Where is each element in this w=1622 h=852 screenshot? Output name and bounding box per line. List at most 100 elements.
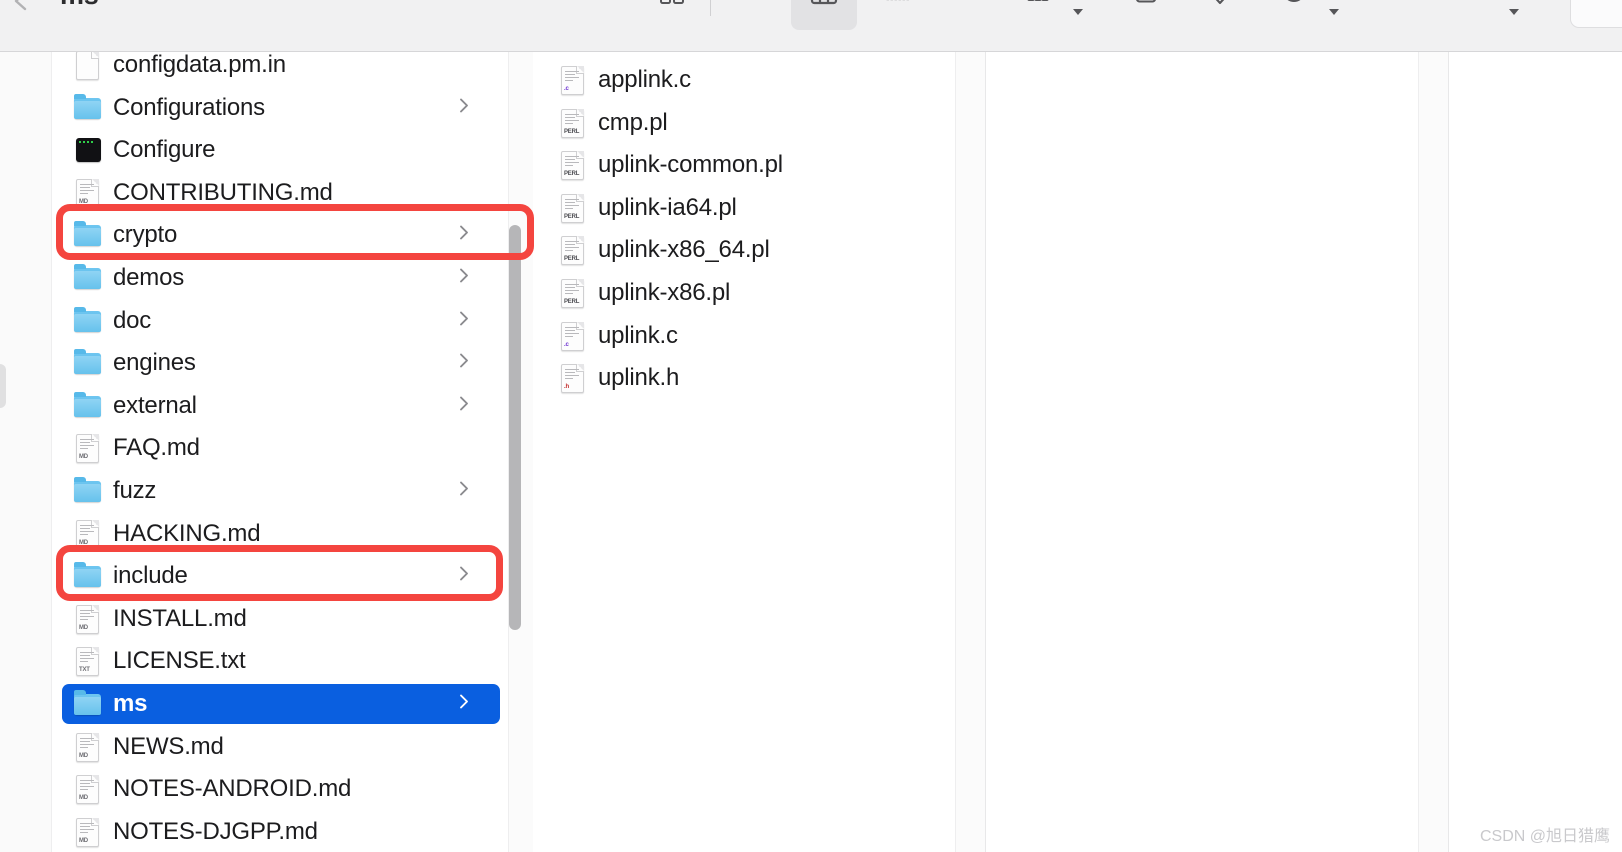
column-ms-contents: .capplink.c PERL cmp.pl PERLuplink-common.p…	[533, 52, 955, 852]
column-directory-root: configdata.pm.inConfigurationsConfigureM…	[52, 52, 508, 852]
folder-icon	[74, 311, 101, 332]
file-name: include	[113, 562, 188, 590]
disclosure-chevron-icon[interactable]	[458, 479, 470, 504]
file-name: CONTRIBUTING.md	[113, 179, 333, 207]
document-icon: .h	[561, 364, 584, 393]
file-name: NEWS.md	[113, 733, 224, 761]
column-far-right-empty	[1450, 52, 1622, 852]
file-row[interactable]: MD CONTRIBUTING.md	[62, 173, 500, 213]
file-row[interactable]: .huplink.h	[547, 358, 947, 398]
file-row[interactable]: PERLuplink-common.pl	[547, 145, 947, 185]
more-circle-icon[interactable]	[1272, 0, 1316, 22]
file-row[interactable]: include	[62, 556, 500, 596]
gallery-view-icon[interactable]	[876, 0, 920, 22]
sidebar-gutter	[0, 52, 52, 852]
file-icon: MD	[74, 816, 101, 848]
file-name: uplink.c	[598, 322, 678, 350]
file-icon: .c	[559, 320, 586, 352]
file-row[interactable]: Configurations	[62, 88, 500, 128]
column-divider-3[interactable]	[1418, 52, 1449, 852]
file-row[interactable]: PERLuplink-x86.pl	[547, 273, 947, 313]
file-name: crypto	[113, 221, 177, 249]
sidebar-resize-handle[interactable]	[0, 364, 6, 408]
file-name: NOTES-DJGPP.md	[113, 818, 318, 846]
file-row[interactable]: crypto	[62, 215, 500, 255]
file-icon	[74, 92, 101, 124]
file-row[interactable]: MDNOTES-ANDROID.md	[62, 769, 500, 809]
file-row[interactable]: external	[62, 386, 500, 426]
file-icon: .c	[559, 64, 586, 96]
file-row[interactable]: .c uplink.c	[547, 316, 947, 356]
column-scrollbar[interactable]	[509, 225, 521, 630]
file-icon	[74, 219, 101, 251]
file-icon: TXT	[74, 645, 101, 677]
document-icon: .c	[561, 66, 584, 95]
file-name: demos	[113, 264, 184, 292]
file-name: cmp.pl	[598, 109, 668, 137]
document-icon: PERL	[561, 109, 584, 138]
document-icon	[76, 52, 99, 80]
file-row[interactable]: .capplink.c	[547, 60, 947, 100]
file-row[interactable]: demos	[62, 258, 500, 298]
file-row[interactable]: MDNEWS.md	[62, 727, 500, 767]
folder-icon	[74, 353, 101, 374]
folder-icon	[74, 566, 101, 587]
document-icon: MD	[76, 179, 99, 208]
document-icon: PERL	[561, 151, 584, 180]
file-icon	[74, 262, 101, 294]
grid-view-icon[interactable]	[650, 0, 694, 22]
file-row[interactable]: TXTLICENSE.txt	[62, 641, 500, 681]
file-icon: PERL	[559, 277, 586, 309]
file-name: INSTALL.md	[113, 605, 247, 633]
column-view-icon[interactable]	[802, 0, 846, 22]
disclosure-chevron-icon[interactable]	[458, 266, 470, 291]
column-preview-empty	[986, 52, 1418, 852]
search-caret[interactable]	[1508, 4, 1520, 14]
folder-icon	[74, 694, 101, 715]
action-caret[interactable]	[1328, 4, 1340, 14]
disclosure-chevron-icon[interactable]	[458, 308, 470, 333]
list-view-icon[interactable]	[724, 0, 768, 22]
disclosure-chevron-icon[interactable]	[458, 223, 470, 248]
file-row[interactable]: engines	[62, 343, 500, 383]
group-by-caret[interactable]	[1072, 4, 1084, 14]
file-row[interactable]: Configure	[62, 130, 500, 170]
file-icon: MD	[74, 773, 101, 805]
document-icon: PERL	[561, 279, 584, 308]
file-row[interactable]: configdata.pm.in	[62, 52, 500, 85]
search-icon[interactable]	[1452, 0, 1496, 22]
file-name: FAQ.md	[113, 434, 200, 462]
file-row[interactable]: MD HACKING.md	[62, 514, 500, 554]
file-icon: .h	[559, 362, 586, 394]
file-icon: MD	[74, 518, 101, 550]
file-row[interactable]: doc	[62, 301, 500, 341]
disclosure-chevron-icon[interactable]	[458, 564, 470, 589]
file-name: uplink-ia64.pl	[598, 194, 737, 222]
file-row[interactable]: MD NOTES-DJGPP.md	[62, 812, 500, 852]
file-row[interactable]: ms	[62, 684, 500, 724]
share-icon[interactable]	[1124, 0, 1168, 22]
file-icon	[74, 134, 101, 166]
file-icon: PERL	[559, 234, 586, 266]
folder-icon	[74, 481, 101, 502]
search-field[interactable]	[1570, 0, 1622, 28]
disclosure-chevron-icon[interactable]	[458, 95, 470, 120]
file-name: doc	[113, 307, 151, 335]
file-row[interactable]: PERLuplink-x86_64.pl	[547, 230, 947, 270]
file-row[interactable]: PERL cmp.pl	[547, 103, 947, 143]
toolbar-icon-group	[0, 0, 1622, 52]
document-icon: MD	[76, 434, 99, 463]
file-icon	[74, 560, 101, 592]
file-row[interactable]: MDINSTALL.md	[62, 599, 500, 639]
file-row[interactable]: MD FAQ.md	[62, 428, 500, 468]
file-row[interactable]: PERLuplink-ia64.pl	[547, 188, 947, 228]
file-row[interactable]: fuzz	[62, 471, 500, 511]
disclosure-chevron-icon[interactable]	[458, 692, 470, 717]
file-name: HACKING.md	[113, 520, 260, 548]
group-by-icon[interactable]	[1016, 0, 1060, 22]
disclosure-chevron-icon[interactable]	[458, 393, 470, 418]
column-divider-2[interactable]	[955, 52, 986, 852]
disclosure-chevron-icon[interactable]	[458, 351, 470, 376]
document-icon: PERL	[561, 236, 584, 265]
tag-icon[interactable]	[1198, 0, 1242, 22]
